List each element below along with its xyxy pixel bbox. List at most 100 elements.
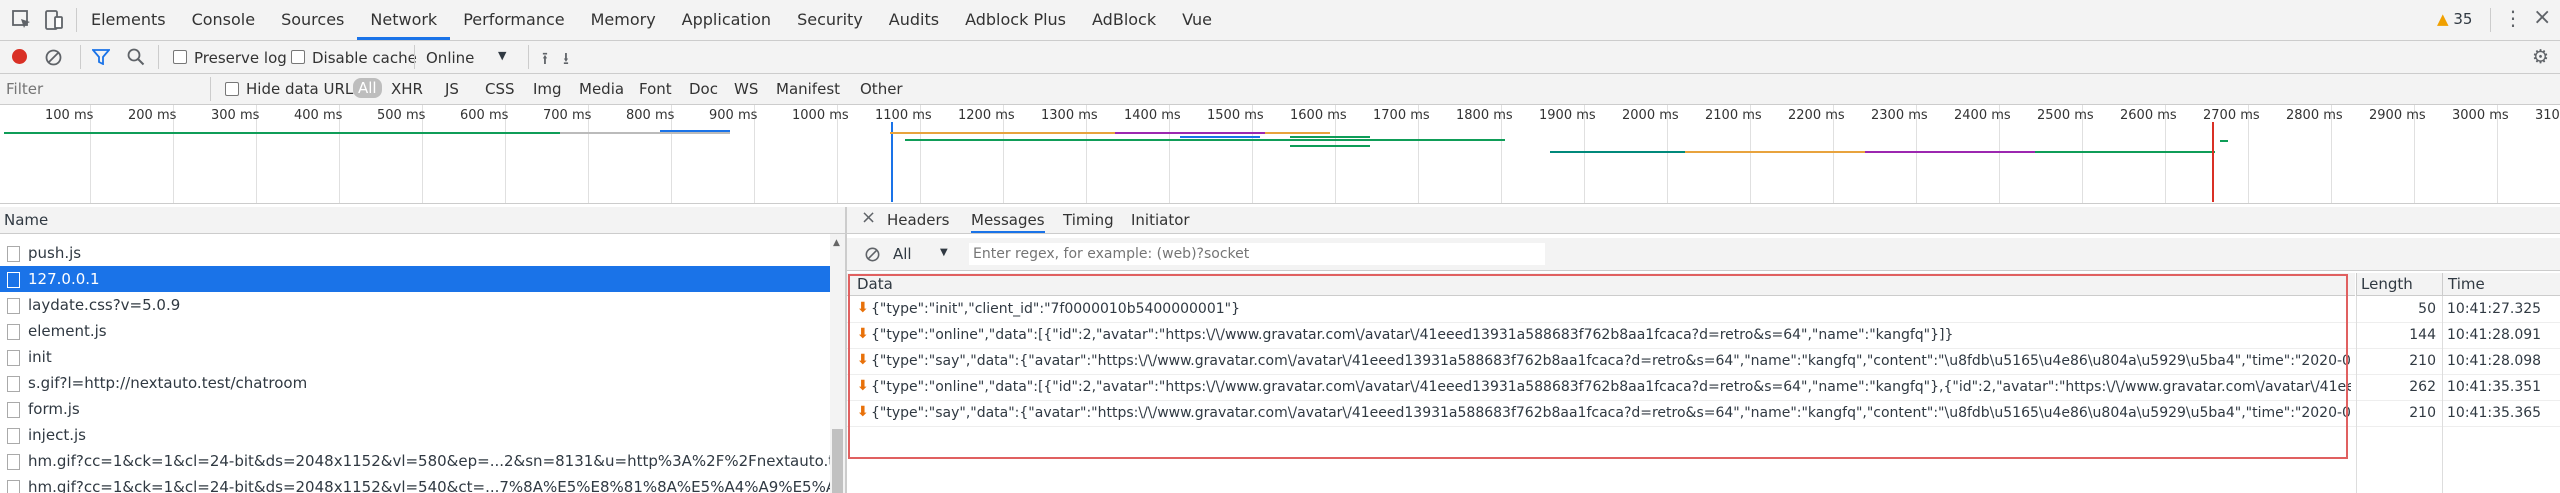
- filter-type-xhr[interactable]: XHR: [391, 80, 423, 98]
- request-row[interactable]: hm.gif?cc=1&ck=1&cl=24-bit&ds=2048x1152&…: [0, 448, 830, 474]
- clear-icon[interactable]: [45, 49, 62, 66]
- hide-data-urls-checkbox[interactable]: [225, 82, 239, 96]
- filter-type-doc[interactable]: Doc: [689, 80, 718, 98]
- filter-type-other[interactable]: Other: [860, 80, 903, 98]
- filter-type-font[interactable]: Font: [639, 80, 672, 98]
- device-toolbar-icon[interactable]: [42, 8, 66, 32]
- timeline-bar: [1290, 145, 1370, 147]
- search-icon[interactable]: [127, 48, 145, 66]
- message-time: 10:41:28.091: [2447, 327, 2542, 343]
- tab-adblock-plus[interactable]: Adblock Plus: [952, 0, 1079, 40]
- highlight-box: [848, 274, 2348, 459]
- dom-content-loaded-line: [891, 122, 893, 202]
- timeline-bar: [1685, 151, 1865, 153]
- filter-type-media[interactable]: Media: [579, 80, 624, 98]
- timeline-tick-label: 2700 ms: [2203, 108, 2260, 123]
- request-row[interactable]: hm.gif?cc=1&ck=1&cl=24-bit&ds=2048x1152&…: [0, 474, 830, 493]
- request-row[interactable]: inject.js: [0, 422, 830, 448]
- request-row[interactable]: s.gif?l=http://nextauto.test/chatroom: [0, 370, 830, 396]
- filter-bar: Hide data URLs All XHR JS CSS Img Media Font Do…: [0, 74, 2560, 105]
- chevron-down-icon: ▼: [940, 247, 948, 258]
- file-icon: [7, 246, 20, 262]
- timeline-tick-label: 2100 ms: [1705, 108, 1762, 123]
- filter-type-js[interactable]: JS: [445, 80, 459, 98]
- timeline-bar: [1865, 151, 2035, 153]
- disable-cache-checkbox[interactable]: [291, 50, 305, 64]
- settings-gear-icon[interactable]: ⚙: [2532, 46, 2549, 68]
- request-row[interactable]: form.js: [0, 396, 830, 422]
- request-row[interactable]: push.js: [0, 240, 830, 266]
- filter-type-img[interactable]: Img: [533, 80, 562, 98]
- timeline-tick-label: 1900 ms: [1539, 108, 1596, 123]
- filter-icon[interactable]: [92, 49, 110, 65]
- timeline-bar: [1115, 132, 1265, 134]
- more-options-icon[interactable]: ⋮: [2503, 6, 2523, 30]
- tab-adblock[interactable]: AdBlock: [1079, 0, 1169, 40]
- timeline-tick-label: 1400 ms: [1124, 108, 1181, 123]
- timeline-tick-label: 300 ms: [211, 108, 260, 123]
- request-row[interactable]: laydate.css?v=5.0.9: [0, 292, 830, 318]
- request-row[interactable]: init: [0, 344, 830, 370]
- throttling-select[interactable]: Online ▼: [426, 45, 516, 69]
- timeline-tick-label: 600 ms: [460, 108, 509, 123]
- request-row[interactable]: 127.0.0.1: [0, 266, 830, 292]
- timeline-tick-label: 2600 ms: [2120, 108, 2177, 123]
- detail-tab-timing[interactable]: Timing: [1063, 211, 1114, 229]
- tab-vue[interactable]: Vue: [1169, 0, 1225, 40]
- scrollbar-thumb[interactable]: [832, 429, 843, 493]
- messages-filter-bar: All ▼: [847, 238, 2560, 271]
- tab-audits[interactable]: Audits: [876, 0, 952, 40]
- filter-input[interactable]: [4, 78, 208, 100]
- warnings-counter[interactable]: ▲ 35: [2437, 10, 2472, 28]
- message-time: 10:41:35.351: [2447, 379, 2542, 395]
- timeline-bar: [2220, 140, 2228, 142]
- timeline-tick-label: 1800 ms: [1456, 108, 1513, 123]
- request-name: hm.gif?cc=1&ck=1&cl=24-bit&ds=2048x1152&…: [28, 452, 830, 470]
- time-header-label: Time: [2448, 275, 2485, 293]
- detail-tab-headers[interactable]: Headers: [887, 211, 949, 229]
- tab-security[interactable]: Security: [784, 0, 876, 40]
- timeline-tick-label: 3100: [2535, 108, 2560, 123]
- disable-cache-label: Disable cache: [312, 49, 417, 67]
- file-icon: [7, 402, 20, 418]
- warning-icon: ▲: [2437, 10, 2449, 28]
- filter-type-all[interactable]: All: [353, 78, 382, 98]
- length-column-header[interactable]: Length: [2356, 273, 2442, 296]
- tab-memory[interactable]: Memory: [578, 0, 669, 40]
- filter-type-css[interactable]: CSS: [485, 80, 515, 98]
- record-icon[interactable]: [12, 49, 27, 64]
- preserve-log-checkbox[interactable]: [173, 50, 187, 64]
- time-column-header[interactable]: Time: [2442, 273, 2560, 296]
- scroll-up-icon[interactable]: ▲: [833, 238, 840, 248]
- timeline-tick-label: 1200 ms: [958, 108, 1015, 123]
- tab-elements[interactable]: Elements: [78, 0, 179, 40]
- detail-tab-messages[interactable]: Messages: [971, 211, 1045, 233]
- filter-type-manifest[interactable]: Manifest: [776, 80, 840, 98]
- request-row[interactable]: element.js: [0, 318, 830, 344]
- file-icon: [7, 324, 20, 340]
- request-list-scrollbar[interactable]: ▲: [830, 234, 845, 493]
- messages-regex-filter-input[interactable]: [969, 243, 1545, 265]
- close-icon[interactable]: ×: [2533, 5, 2551, 30]
- timeline-bar: [660, 130, 730, 132]
- filter-type-ws[interactable]: WS: [734, 80, 758, 98]
- timeline-tick-label: 1600 ms: [1290, 108, 1347, 123]
- tab-sources[interactable]: Sources: [268, 0, 357, 40]
- close-detail-icon[interactable]: ×: [861, 207, 876, 228]
- network-toolbar: Preserve log Disable cache Online ▼ ⭱ ⭳ …: [0, 41, 2560, 74]
- import-har-icon[interactable]: ⭱: [542, 46, 548, 75]
- timeline-tick-label: 2900 ms: [2369, 108, 2426, 123]
- timeline-tick-label: 1100 ms: [875, 108, 932, 123]
- devtools-tab-bar: Elements Console Sources Network Performance…: [0, 0, 2560, 41]
- name-column-header[interactable]: Name: [0, 207, 845, 234]
- message-type-select[interactable]: All ▼: [893, 243, 973, 265]
- tab-performance[interactable]: Performance: [450, 0, 577, 40]
- detail-tab-initiator[interactable]: Initiator: [1131, 211, 1190, 229]
- inspect-element-icon[interactable]: [10, 8, 34, 32]
- export-har-icon[interactable]: ⭳: [563, 46, 569, 75]
- timeline-tick-label: 500 ms: [377, 108, 426, 123]
- tab-console[interactable]: Console: [179, 0, 269, 40]
- tab-network[interactable]: Network: [357, 0, 451, 40]
- clear-messages-icon[interactable]: [865, 247, 880, 262]
- tab-application[interactable]: Application: [669, 0, 784, 40]
